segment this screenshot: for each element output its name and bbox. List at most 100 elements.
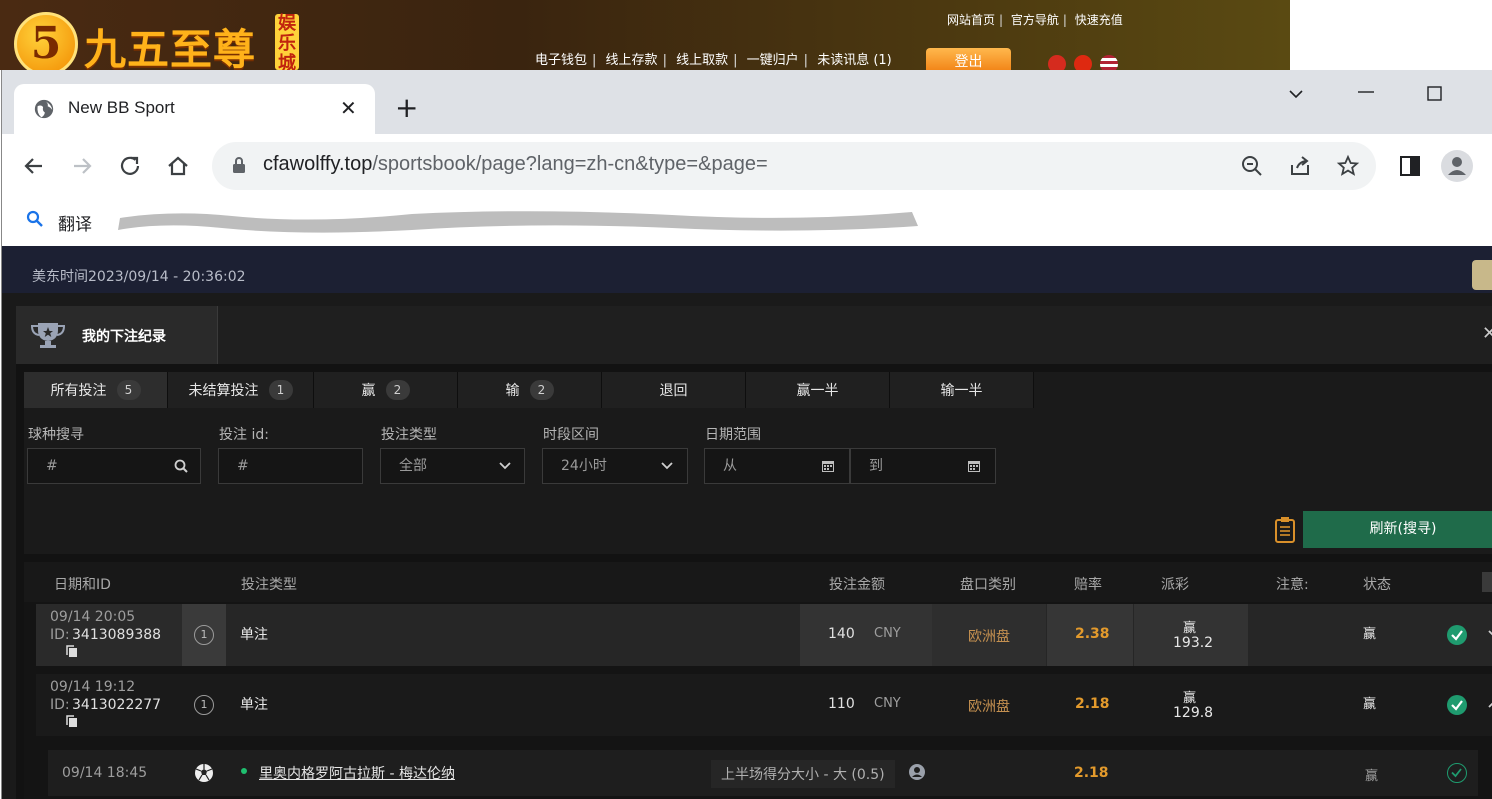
side-widget-icon[interactable]: [1472, 260, 1492, 290]
table-row[interactable]: 09/14 20:05 ID: 3413089388 1 单注 140 CNY …: [36, 604, 1492, 666]
forward-arrow-icon[interactable]: [68, 152, 96, 180]
date-to-input[interactable]: 到: [850, 448, 996, 484]
legs-cell: 1: [182, 674, 226, 736]
panel-header: 我的下注纪录 ✕: [16, 306, 1492, 364]
chevron-down-icon[interactable]: [1488, 630, 1492, 638]
sport-search-label: 球种搜寻: [28, 427, 84, 443]
amount-cell: 140 CNY: [800, 604, 932, 666]
tab-unsettled[interactable]: 未结算投注 1: [168, 372, 314, 408]
bet-id-prefix: ID:: [50, 627, 70, 643]
hk-flag-icon[interactable]: [1048, 55, 1066, 70]
bet-id-input[interactable]: #: [218, 448, 363, 484]
cn-flag-icon[interactable]: [1074, 55, 1092, 70]
tab-search-chevron-icon[interactable]: [1288, 88, 1304, 100]
col-odds: 赔率: [1074, 577, 1102, 593]
calendar-icon[interactable]: [821, 459, 835, 473]
tab-label: 退回: [659, 383, 688, 399]
link-messages[interactable]: 未读讯息 (1): [817, 53, 892, 68]
match-link[interactable]: 里奥内格罗阿古拉斯 - 梅达伦纳: [259, 763, 455, 783]
refresh-button[interactable]: 刷新(搜寻): [1303, 511, 1492, 548]
payout-value: 129.8: [1173, 705, 1214, 721]
tab-label: 输: [505, 383, 520, 399]
reload-icon[interactable]: [116, 152, 144, 180]
link-topup[interactable]: 快速充值: [1075, 13, 1123, 27]
tab-label: 输一半: [940, 383, 983, 399]
bookmark-translate[interactable]: 翻译: [58, 210, 92, 235]
tab-win[interactable]: 赢2: [314, 372, 458, 408]
time-bar: 美东时间2023/09/14 - 20:36:02: [2, 246, 1492, 293]
link-withdraw[interactable]: 线上取款: [676, 53, 728, 68]
us-flag-icon[interactable]: [1100, 55, 1118, 70]
side-panel-icon[interactable]: [1398, 154, 1422, 178]
table-header: 日期和ID 投注类型 投注金额 盘口类别 赔率 派彩 注意: 状态: [24, 562, 1492, 602]
panel-tab[interactable]: 我的下注纪录: [16, 306, 218, 364]
selection-tag: 上半场得分大小 - 大 (0.5): [711, 760, 895, 788]
home-icon[interactable]: [164, 152, 192, 180]
minimize-icon[interactable]: [1358, 90, 1374, 94]
link-nav[interactable]: 官方导航: [1011, 13, 1059, 27]
select-value: 24小时: [561, 458, 607, 474]
close-icon[interactable]: ✕: [1482, 323, 1492, 344]
date-from-input[interactable]: 从: [704, 448, 850, 484]
tab-half-win[interactable]: 赢一半: [746, 372, 890, 408]
col-market: 盘口类别: [960, 577, 1016, 593]
copy-icon[interactable]: [66, 645, 78, 658]
desktop-blank: [1290, 0, 1492, 70]
link-deposit[interactable]: 线上存款: [606, 53, 658, 68]
check-outline-icon: [1447, 763, 1467, 783]
col-notes: 注意:: [1276, 577, 1309, 593]
odds-value: 2.38: [1075, 626, 1110, 642]
tab-half-lose[interactable]: 输一半: [890, 372, 1034, 408]
new-tab-icon[interactable]: +: [395, 94, 418, 122]
link-wallet[interactable]: 电子钱包: [535, 53, 587, 68]
input-placeholder: 到: [869, 458, 883, 474]
url-text[interactable]: cfawolffy.top/sportsbook/page?lang=zh-cn…: [263, 153, 768, 176]
bet-date: 09/14 19:12: [50, 679, 136, 695]
status-value: 赢: [1363, 697, 1377, 712]
back-arrow-icon[interactable]: [20, 152, 48, 180]
date-range-label: 日期范围: [705, 427, 761, 443]
clipboard-icon[interactable]: [1274, 516, 1296, 544]
star-icon[interactable]: [1336, 154, 1360, 178]
address-bar[interactable]: cfawolffy.top/sportsbook/page?lang=zh-cn…: [212, 142, 1376, 190]
browser-toolbar: cfawolffy.top/sportsbook/page?lang=zh-cn…: [2, 134, 1492, 198]
zoom-icon[interactable]: [1240, 154, 1264, 178]
profile-avatar[interactable]: [1441, 150, 1473, 182]
site-logo-icon[interactable]: 5: [14, 12, 78, 70]
search-icon[interactable]: [26, 210, 44, 228]
period-label: 时段区间: [543, 427, 599, 443]
link-home[interactable]: 网站首页: [947, 13, 995, 27]
chevron-up-icon[interactable]: [1488, 700, 1492, 708]
currency: CNY: [874, 626, 901, 641]
period-select[interactable]: 24小时: [542, 448, 688, 484]
market-type: 欧洲盘: [968, 629, 1010, 645]
tab-refund[interactable]: 退回: [602, 372, 746, 408]
copy-icon[interactable]: [66, 715, 78, 728]
link-consolidate[interactable]: 一键归户: [747, 53, 799, 68]
close-tab-icon[interactable]: ✕: [340, 96, 357, 120]
bet-type-value: 单注: [240, 697, 268, 713]
legs-cell: 1: [182, 604, 226, 666]
col-status: 状态: [1363, 577, 1391, 593]
browser-tab[interactable]: New BB Sport ✕: [14, 84, 375, 134]
share-icon[interactable]: [1288, 154, 1312, 178]
market-type: 欧洲盘: [968, 699, 1010, 715]
tab-strip: New BB Sport ✕ +: [2, 70, 1492, 134]
lock-icon[interactable]: [232, 156, 246, 174]
calendar-icon[interactable]: [967, 459, 981, 473]
table-row[interactable]: 09/14 19:12 ID: 3413022277 1 单注 110 CNY …: [36, 674, 1492, 736]
expand-all-icon[interactable]: [1482, 572, 1492, 592]
maximize-icon[interactable]: [1427, 86, 1442, 101]
sport-search-input[interactable]: #: [27, 448, 201, 484]
bet-type-value: 单注: [240, 627, 268, 643]
tab-lose[interactable]: 输2: [458, 372, 602, 408]
user-stats-icon[interactable]: [908, 763, 926, 781]
tab-all-bets[interactable]: 所有投注 5: [24, 372, 168, 408]
search-icon[interactable]: [174, 459, 188, 473]
site-logo-badge: 娱乐城: [275, 14, 299, 70]
logout-button[interactable]: 登出: [926, 48, 1011, 70]
filter-area: 所有投注 5 未结算投注 1 赢2 输2 退回 赢一半 输一半 球种搜寻 # 投注 …: [24, 372, 1492, 554]
check-circle-icon: [1447, 625, 1467, 645]
date-cell: 09/14 20:05 ID: 3413089388: [36, 604, 182, 666]
bet-type-select[interactable]: 全部: [380, 448, 525, 484]
